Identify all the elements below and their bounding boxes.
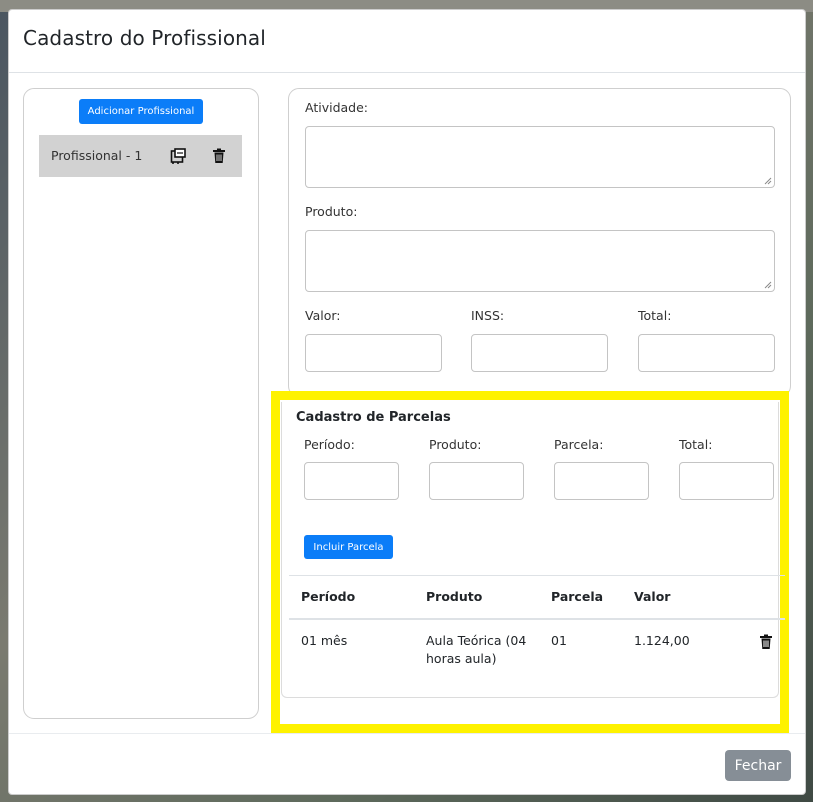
trash-icon[interactable] xyxy=(756,632,776,652)
row-produto: Aula Teórica (04 horas aula) xyxy=(426,633,527,666)
table-header-produto: Produto xyxy=(426,589,483,604)
parcel-periodo-input[interactable] xyxy=(304,462,399,500)
professionals-panel: Adicionar Profissional Profissional - 1 xyxy=(23,88,259,719)
table-header-valor: Valor xyxy=(634,589,671,604)
valor-input[interactable] xyxy=(305,334,442,372)
valor-label: Valor: xyxy=(305,308,341,323)
resize-grip-icon[interactable] xyxy=(764,281,772,289)
parcel-produto-input[interactable] xyxy=(429,462,524,500)
atividade-label: Atividade: xyxy=(305,100,369,115)
modal-title: Cadastro do Profissional xyxy=(23,26,266,50)
parcel-periodo-label: Período: xyxy=(304,437,355,452)
row-valor: 1.124,00 xyxy=(634,633,690,648)
table-header-divider xyxy=(289,618,785,620)
trash-icon[interactable] xyxy=(209,146,229,166)
include-parcel-button[interactable]: Incluir Parcela xyxy=(304,535,393,559)
edit-icon[interactable] xyxy=(168,146,188,166)
close-button[interactable]: Fechar xyxy=(725,750,791,781)
parcel-total-input[interactable] xyxy=(679,462,774,500)
table-top-divider xyxy=(289,575,785,576)
produto-textarea[interactable] xyxy=(305,230,775,292)
table-header-parcela: Parcela xyxy=(551,589,604,604)
row-periodo: 01 mês xyxy=(301,633,348,648)
parcel-produto-label: Produto: xyxy=(429,437,482,452)
atividade-textarea[interactable] xyxy=(305,126,775,188)
total-input[interactable] xyxy=(638,334,775,372)
activity-form-panel: Atividade: Produto: Valor: INSS: Total: xyxy=(288,88,791,397)
add-professional-button[interactable]: Adicionar Profissional xyxy=(79,99,203,124)
inss-label: INSS: xyxy=(471,308,505,323)
table-header-periodo: Período xyxy=(301,589,356,604)
modal-header: Cadastro do Profissional xyxy=(9,10,805,73)
parcel-parcela-label: Parcela: xyxy=(554,437,604,452)
row-parcela: 01 xyxy=(551,633,567,648)
professional-list-item[interactable]: Profissional - 1 xyxy=(39,135,242,177)
parcel-parcela-input[interactable] xyxy=(554,462,649,500)
produto-label: Produto: xyxy=(305,204,358,219)
parcels-section-title: Cadastro de Parcelas xyxy=(296,410,451,425)
inss-input[interactable] xyxy=(471,334,608,372)
professional-item-label: Profissional - 1 xyxy=(51,148,143,163)
resize-grip-icon[interactable] xyxy=(764,177,772,185)
total-label: Total: xyxy=(638,308,672,323)
modal-footer: Fechar xyxy=(9,733,805,794)
parcel-total-label: Total: xyxy=(679,437,713,452)
